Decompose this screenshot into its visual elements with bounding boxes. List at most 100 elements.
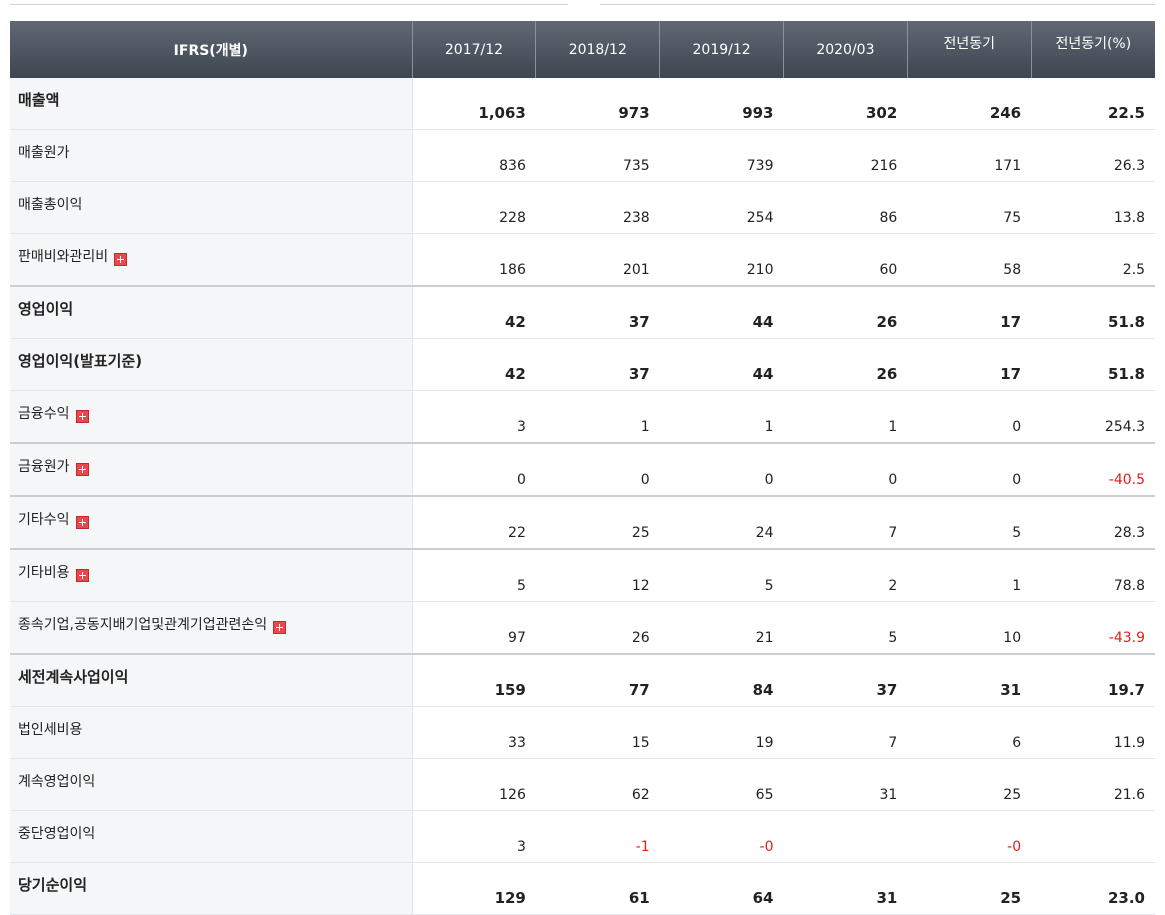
value-text: 0 bbox=[516, 472, 526, 488]
value-text: 33 bbox=[508, 735, 526, 751]
value-text: 17 bbox=[1000, 365, 1022, 383]
value-cell: 739 bbox=[659, 129, 784, 182]
value-text: 31 bbox=[876, 889, 898, 907]
value-text: 1 bbox=[888, 419, 898, 435]
value-text: 0 bbox=[764, 472, 774, 488]
value-text: 37 bbox=[628, 313, 650, 331]
table-row: 계속영업이익 126 62 65 31 25 21.6 bbox=[10, 758, 1155, 811]
value-text: 171 bbox=[994, 158, 1022, 174]
value-text: 201 bbox=[622, 262, 650, 278]
value-text: -43.9 bbox=[1108, 630, 1145, 646]
value-text: 129 bbox=[494, 889, 526, 907]
value-text: 21 bbox=[755, 630, 774, 646]
value-text: 5 bbox=[764, 578, 774, 594]
value-text: 1,063 bbox=[478, 104, 526, 122]
value-cell: 7 bbox=[783, 706, 908, 759]
value-cell: 28.3 bbox=[1031, 496, 1155, 550]
value-text: 42 bbox=[505, 365, 526, 383]
expand-plus-icon[interactable] bbox=[75, 568, 89, 582]
table-row: 당기순이익 129 61 64 31 25 23.0 bbox=[10, 862, 1155, 915]
value-cell: 5 bbox=[659, 549, 784, 602]
value-text: 24 bbox=[755, 525, 774, 541]
value-cell: 993 bbox=[659, 78, 784, 130]
expand-plus-icon[interactable] bbox=[75, 515, 89, 529]
value-text: 23.0 bbox=[1107, 889, 1145, 907]
value-cell: 61 bbox=[535, 862, 660, 915]
value-cell: 58 bbox=[907, 233, 1032, 287]
expand-plus-icon[interactable] bbox=[273, 620, 287, 634]
value-cell: 65 bbox=[659, 758, 784, 811]
header-2018-12: 2018/12 bbox=[535, 21, 660, 78]
value-cell: 201 bbox=[535, 233, 660, 287]
divider-left bbox=[10, 4, 568, 5]
value-cell: 171 bbox=[907, 129, 1032, 182]
value-cell: 2 bbox=[783, 549, 908, 602]
value-cell: 44 bbox=[659, 338, 784, 391]
value-cell: 5 bbox=[412, 549, 536, 602]
value-cell: 86 bbox=[783, 181, 908, 234]
value-text: 13.8 bbox=[1113, 210, 1145, 226]
value-cell: 0 bbox=[783, 443, 908, 497]
value-text: 25 bbox=[631, 525, 650, 541]
value-text: 3 bbox=[516, 419, 526, 435]
value-cell: 3 bbox=[412, 390, 536, 444]
value-cell: 0 bbox=[907, 390, 1032, 444]
value-text: 97 bbox=[508, 630, 526, 646]
value-text: 302 bbox=[866, 104, 898, 122]
value-cell: 37 bbox=[535, 285, 660, 339]
value-cell: 13.8 bbox=[1031, 181, 1155, 234]
expand-plus-icon[interactable] bbox=[75, 462, 89, 476]
value-cell: 159 bbox=[412, 653, 536, 707]
value-cell: 60 bbox=[783, 233, 908, 287]
value-cell: 1 bbox=[907, 549, 1032, 602]
value-cell: 25 bbox=[907, 758, 1032, 811]
table-body: 매출액 1,063 973 993 302 246 22.5 매출원가 836 735 739 216… bbox=[10, 78, 1155, 915]
value-cell: 1 bbox=[659, 390, 784, 444]
value-text: 1 bbox=[640, 419, 650, 435]
row-label-cell: 기타비용 bbox=[10, 549, 413, 602]
value-text: 735 bbox=[622, 158, 650, 174]
value-text: 7 bbox=[888, 735, 898, 751]
row-label-cell: 기타수익 bbox=[10, 496, 413, 550]
value-text: 3 bbox=[516, 839, 526, 855]
value-cell: 228 bbox=[412, 181, 536, 234]
value-cell: 126 bbox=[412, 758, 536, 811]
row-label: 매출원가 bbox=[18, 144, 70, 161]
header-ifrs: IFRS(개별) bbox=[10, 21, 413, 78]
row-label: 영업이익 bbox=[18, 300, 74, 318]
value-cell: 12 bbox=[535, 549, 660, 602]
value-text: 26 bbox=[876, 313, 898, 331]
value-text: 51.8 bbox=[1107, 313, 1145, 331]
value-text: 62 bbox=[631, 787, 650, 803]
value-text: 12 bbox=[631, 578, 650, 594]
row-label: 기타비용 bbox=[18, 564, 70, 581]
value-text: 22 bbox=[508, 525, 526, 541]
value-cell: 33 bbox=[412, 706, 536, 759]
value-cell: 17 bbox=[907, 285, 1032, 339]
value-cell bbox=[1031, 810, 1155, 863]
value-cell: 11.9 bbox=[1031, 706, 1155, 759]
value-text: 28.3 bbox=[1113, 525, 1145, 541]
value-text: 44 bbox=[752, 313, 774, 331]
divider-right bbox=[600, 4, 1155, 5]
value-cell: 1 bbox=[535, 390, 660, 444]
value-text: 0 bbox=[1012, 472, 1022, 488]
value-text: 25 bbox=[1003, 787, 1022, 803]
value-text: 210 bbox=[746, 262, 774, 278]
value-cell: 51.8 bbox=[1031, 285, 1155, 339]
table-row: 중단영업이익 3 -1 -0 -0 bbox=[10, 810, 1155, 863]
table-row: 매출원가 836 735 739 216 171 26.3 bbox=[10, 129, 1155, 182]
value-cell bbox=[783, 810, 908, 863]
expand-plus-icon[interactable] bbox=[75, 409, 89, 423]
expand-plus-icon[interactable] bbox=[114, 252, 128, 266]
header-prev-year-pct: 전년동기(%) bbox=[1030, 21, 1155, 78]
row-label: 영업이익(발표기준) bbox=[18, 352, 143, 370]
value-text: 31 bbox=[879, 787, 898, 803]
value-text: 2.5 bbox=[1122, 262, 1145, 278]
value-cell: 24 bbox=[659, 496, 784, 550]
financial-statement-table: IFRS(개별) 2017/12 2018/12 2019/12 2020/03… bbox=[10, 21, 1155, 915]
value-text: 37 bbox=[628, 365, 650, 383]
value-text: 7 bbox=[888, 525, 898, 541]
value-text: 186 bbox=[499, 262, 526, 278]
value-cell: 2.5 bbox=[1031, 233, 1155, 287]
